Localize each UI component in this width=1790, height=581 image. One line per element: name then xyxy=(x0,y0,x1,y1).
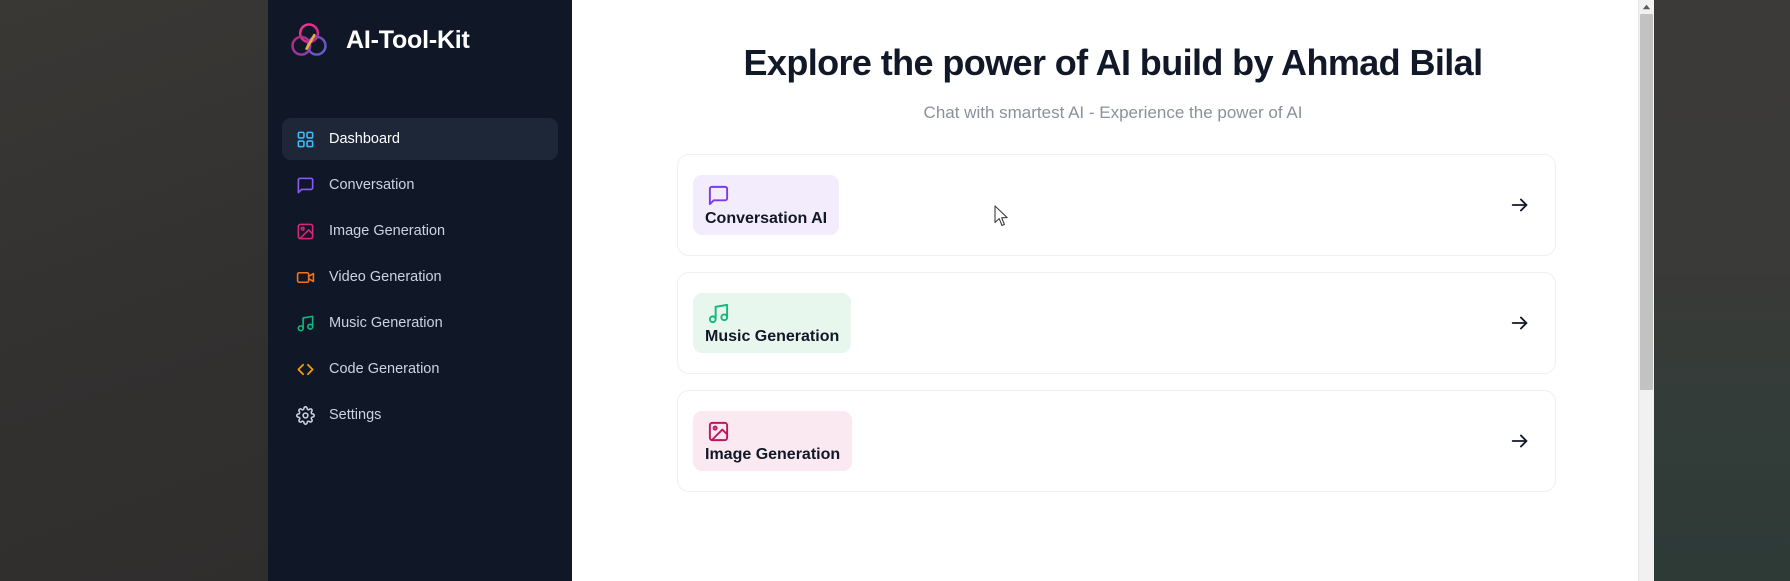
main-content: Explore the power of AI build by Ahmad B… xyxy=(572,0,1654,581)
sidebar-item-label: Image Generation xyxy=(329,223,446,239)
brand[interactable]: AI-Tool-Kit xyxy=(268,0,572,62)
sidebar-item-video-generation[interactable]: Video Generation xyxy=(282,256,558,298)
sidebar-item-label: Conversation xyxy=(329,177,415,193)
desktop-backdrop-left xyxy=(0,0,268,581)
gear-icon xyxy=(296,405,315,425)
browser-viewport: AI-Tool-Kit Dashboard Conversation Image… xyxy=(268,0,1654,581)
tool-card-label: Conversation AI xyxy=(705,210,828,228)
tool-card-label: Image Generation xyxy=(705,446,841,464)
message-square-icon xyxy=(297,177,314,193)
tool-card-badge: Conversation AI xyxy=(693,175,840,236)
tool-card-list: Conversation AI Music Generation Image G… xyxy=(572,154,1654,493)
sidebar-item-settings[interactable]: Settings xyxy=(282,394,558,436)
sidebar-item-music-generation[interactable]: Music Generation xyxy=(282,302,558,344)
layout-grid-icon xyxy=(297,131,314,147)
arrow-right-icon[interactable] xyxy=(1509,194,1531,216)
tool-card-badge: Image Generation xyxy=(693,411,853,472)
code-icon xyxy=(297,363,314,375)
arrow-right-icon[interactable] xyxy=(1509,312,1531,334)
sidebar-item-label: Music Generation xyxy=(329,315,443,331)
video-icon xyxy=(296,271,315,283)
music-icon xyxy=(297,315,314,331)
image-icon xyxy=(297,223,314,239)
scroll-up-arrow-icon xyxy=(1642,4,1651,10)
desktop-backdrop-right xyxy=(1654,0,1790,581)
tool-card-conversation-ai[interactable]: Conversation AI xyxy=(677,154,1556,257)
tool-card-badge: Music Generation xyxy=(693,293,852,354)
tool-card-image-generation[interactable]: Image Generation xyxy=(677,390,1556,493)
scrollbar-thumb[interactable] xyxy=(1640,14,1653,390)
app-title: AI-Tool-Kit xyxy=(346,25,470,54)
sidebar-item-code-generation[interactable]: Code Generation xyxy=(282,348,558,390)
tool-card-music-generation[interactable]: Music Generation xyxy=(677,272,1556,375)
image-icon xyxy=(708,422,729,442)
three-circles-logo-icon xyxy=(291,23,327,56)
screen: AI-Tool-Kit Dashboard Conversation Image… xyxy=(0,0,1790,581)
message-square-icon xyxy=(708,186,729,206)
sidebar-item-label: Dashboard xyxy=(329,131,400,147)
scrollbar-up-button[interactable] xyxy=(1639,0,1654,14)
music-icon xyxy=(708,304,729,324)
sidebar-item-label: Settings xyxy=(329,407,382,423)
vertical-scrollbar[interactable] xyxy=(1638,0,1654,581)
sidebar-item-image-generation[interactable]: Image Generation xyxy=(282,210,558,252)
sidebar-item-label: Code Generation xyxy=(329,361,440,377)
sidebar-item-dashboard[interactable]: Dashboard xyxy=(282,118,558,160)
sidebar: AI-Tool-Kit Dashboard Conversation Image… xyxy=(268,0,572,581)
page-title: Explore the power of AI build by Ahmad B… xyxy=(743,42,1483,83)
arrow-right-icon[interactable] xyxy=(1509,430,1531,452)
sidebar-item-conversation[interactable]: Conversation xyxy=(282,164,558,206)
sidebar-nav: Dashboard Conversation Image Generation xyxy=(268,118,572,436)
page-subtitle: Chat with smartest AI - Experience the p… xyxy=(923,103,1303,123)
tool-card-label: Music Generation xyxy=(705,328,840,346)
sidebar-item-label: Video Generation xyxy=(329,269,442,285)
